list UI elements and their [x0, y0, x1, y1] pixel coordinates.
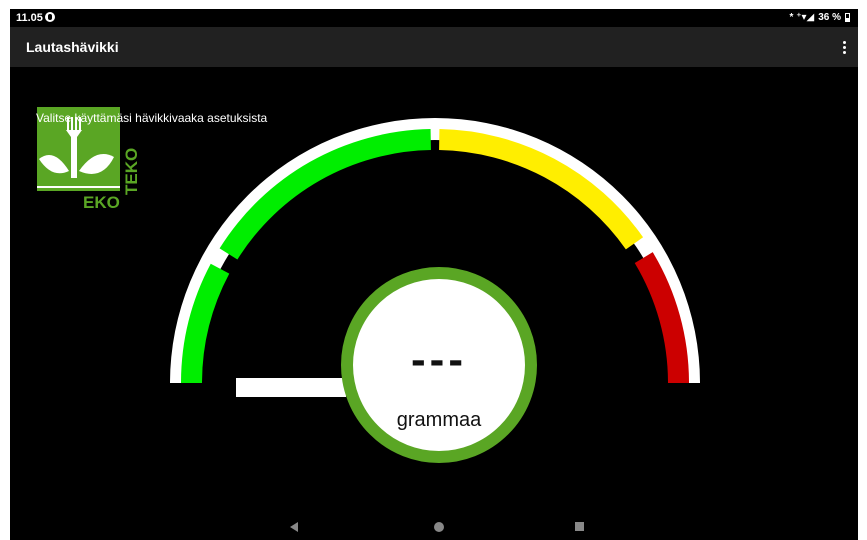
- weight-readout: --- grammaa: [341, 267, 537, 463]
- logo-text-eko: EKO: [83, 193, 120, 212]
- gauge-segment-green-low: [181, 263, 230, 383]
- scale-selection-hint: Valitse käyttämäsi hävikkivaaka asetuksi…: [36, 111, 268, 125]
- home-circle-icon[interactable]: [434, 522, 444, 532]
- weight-unit: grammaa: [396, 409, 482, 431]
- logo-text-teko: TEKO: [122, 148, 141, 195]
- gauge-needle: [236, 378, 346, 397]
- tablet-screen: 11.05 * ⁺▾◢ 36 % Lautashävikki EKO TEKO …: [10, 9, 858, 540]
- back-triangle-icon[interactable]: [290, 522, 298, 532]
- weight-value: ---: [411, 335, 467, 384]
- recents-square-icon[interactable]: [575, 522, 584, 531]
- navigation-bar: [10, 516, 858, 540]
